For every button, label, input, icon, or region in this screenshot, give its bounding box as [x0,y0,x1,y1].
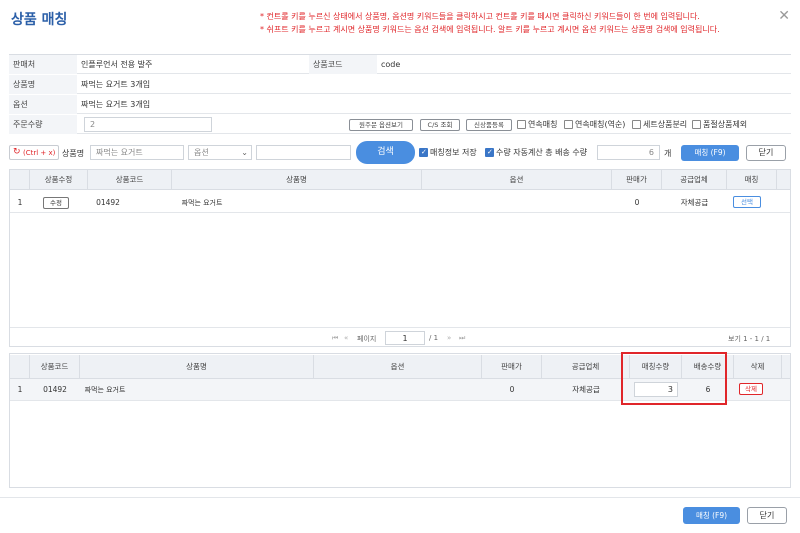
product-code-label: 상품코드 [309,55,377,74]
auto-qty-checkbox[interactable] [485,148,494,157]
set-split-label: 세트상품분리 [643,120,688,129]
next-page-icon[interactable]: » [447,334,451,342]
continuous-match-label: 연속매칭 [528,120,558,129]
row-product-name: 상품명 짜먹는 요거트 3개입 [9,75,791,94]
header-option: 옵션 [314,355,482,379]
auto-qty-label: 수량 자동계산 총 배송 수량 [496,148,588,157]
row-code: 01492 [96,198,120,207]
option-label: 옵션 [9,95,77,114]
row-option: 옵션 짜먹는 요거트 3개입 [9,95,791,114]
seller-label: 판매처 [9,55,77,74]
chevron-down-icon: ⌄ [241,148,248,157]
qty-unit-label: 개 [664,149,672,158]
header-supplier: 공급업체 [662,170,727,190]
new-product-button[interactable]: 신상품등록 [466,119,512,131]
row-seller: 판매처 인플루언서 전용 발주 상품코드 code [9,55,791,74]
option-select-value: 옵션 [194,148,209,157]
select-match-button[interactable]: 선택 [733,196,761,208]
save-match-checkbox[interactable] [419,148,428,157]
top-grid-pager: ⏮ « 페이지 1 / 1 » ⏭ 보기 1 - 1 / 1 [10,327,790,345]
close-button-bottom[interactable]: 닫기 [747,507,787,524]
header-name: 상품명 [172,170,422,190]
header-option: 옵션 [422,170,612,190]
header-price: 판매가 [612,170,662,190]
dialog-title: 상품 매칭 [11,12,68,28]
row-option [422,193,612,213]
row-option [314,379,482,399]
product-search-input[interactable]: 짜먹는 요거트 [90,145,184,160]
header-no [10,355,30,379]
header-price: 판매가 [482,355,542,379]
row-price: 0 [509,385,515,394]
page-total: / 1 [429,334,439,342]
soldout-exclude-label: 품절상품제외 [703,120,748,129]
product-search-grid: 상품수정 상품코드 상품명 옵션 판매가 공급업체 매칭 1 수정 01492 … [9,169,791,347]
row-supplier: 자체공급 [572,385,600,394]
order-qty-input[interactable]: 2 [84,117,212,132]
prev-page-icon[interactable]: « [344,334,348,342]
total-ship-qty-input[interactable]: 6 [597,145,660,160]
header-code: 상품코드 [88,170,172,190]
row-code: 01492 [43,385,67,394]
continuous-match-checkbox[interactable] [517,120,526,129]
cs-lookup-button[interactable]: C/S 조회 [420,119,460,131]
notice-line-2: * 쉬프트 키를 누르고 계시면 상품명 키워드는 옵션 검색에 입력됩니다. … [260,25,720,34]
top-grid-header: 상품수정 상품코드 상품명 옵션 판매가 공급업체 매칭 [10,170,790,190]
save-match-label: 매칭정보 저장 [430,148,477,157]
highlight-box [621,352,727,405]
row-order-qty: 주문수량 2 원주문 옵션보기 C/S 조회 신상품등록 연속매칭 연속매칭(역… [9,115,791,134]
header-code: 상품코드 [30,355,80,379]
row-no: 1 [17,385,23,394]
match-button-top[interactable]: 매칭 (F9) [681,145,739,161]
row-supplier: 자체공급 [680,198,709,207]
delete-button[interactable]: 삭제 [739,383,763,395]
continuous-reverse-checkbox[interactable] [564,120,573,129]
search-button[interactable]: 검색 [356,141,415,164]
notice-line-1: * 컨트롤 키를 누르신 상태에서 상품명, 옵션명 키워드들을 클릭하시고 컨… [260,12,700,21]
product-name-label: 상품명 [9,75,77,94]
search-product-label: 상품명 [62,149,85,158]
footer-divider [0,497,800,498]
header-edit: 상품수정 [30,170,88,190]
soldout-exclude-checkbox[interactable] [692,120,701,129]
view-range: 보기 1 - 1 / 1 [728,335,771,343]
continuous-reverse-label: 연속매칭(역순) [575,120,626,129]
view-original-option-button[interactable]: 원주문 옵션보기 [349,119,413,131]
close-button-top[interactable]: 닫기 [746,145,786,161]
header-match: 매칭 [727,170,777,190]
option-value: 짜먹는 요거트 3개입 [81,100,151,109]
set-split-checkbox[interactable] [632,120,641,129]
product-code-value: code [381,60,401,69]
page-label: 페이지 [357,335,377,343]
last-page-icon[interactable]: ⏭ [459,334,465,343]
reset-button[interactable]: ↻ (Ctrl + x) [9,145,59,160]
row-no: 1 [17,198,23,207]
table-row[interactable]: 1 수정 01492 짜먹는 요거트 0 자체공급 선택 [10,193,790,213]
match-button-bottom[interactable]: 매칭 (F9) [683,507,740,524]
product-name-value: 짜먹는 요거트 3개입 [81,80,151,89]
header-no [10,170,30,190]
order-info-table: 판매처 인플루언서 전용 발주 상품코드 code 상품명 짜먹는 요거트 3개… [9,54,791,134]
refresh-icon: ↻ [13,147,21,157]
header-supplier: 공급업체 [542,355,630,379]
page-input[interactable]: 1 [385,331,425,345]
row-price: 0 [634,198,640,207]
edit-product-button[interactable]: 수정 [43,197,69,209]
row-name[interactable]: 짜먹는 요거트 [172,193,232,213]
close-icon[interactable]: ✕ [778,8,790,24]
header-delete: 삭제 [734,355,782,379]
header-name: 상품명 [80,355,314,379]
first-page-icon[interactable]: ⏮ [332,334,338,343]
product-matching-dialog: 상품 매칭 * 컨트롤 키를 누르신 상태에서 상품명, 옵션명 키워드들을 클… [0,0,800,533]
reset-shortcut-label: (Ctrl + x) [23,149,56,157]
order-qty-label: 주문수량 [9,115,77,134]
row-name: 짜먹는 요거트 [84,386,126,394]
notice-text: * 컨트롤 키를 누르신 상태에서 상품명, 옵션명 키워드들을 클릭하시고 컨… [260,10,720,36]
option-select[interactable]: 옵션 ⌄ [188,145,252,160]
option-search-input[interactable] [256,145,351,160]
seller-value: 인플루언서 전용 발주 [81,60,153,69]
